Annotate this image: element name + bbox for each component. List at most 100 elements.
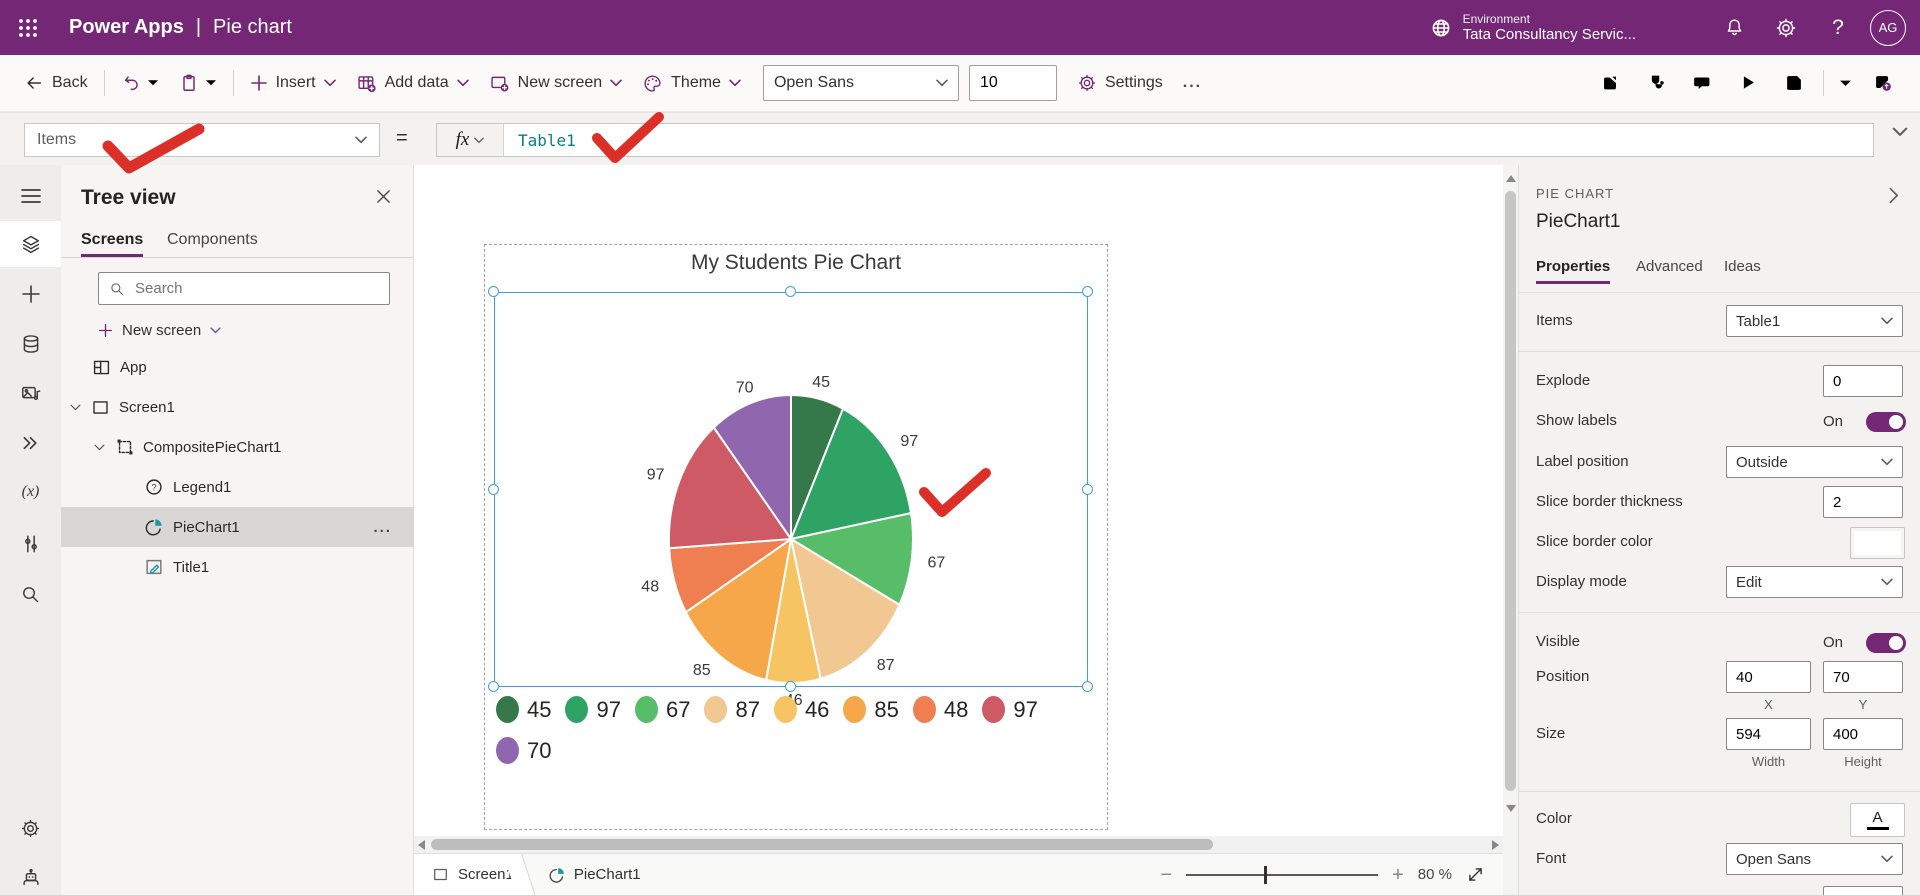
app-checker-button[interactable] [1633, 63, 1679, 103]
resize-handle-bottom-mid[interactable] [785, 681, 796, 692]
rail-variables-icon[interactable]: (x) [0, 469, 61, 515]
rail-insert-icon[interactable] [0, 271, 61, 317]
tab-properties[interactable]: Properties [1536, 258, 1611, 284]
property-selector-dropdown[interactable]: Items [24, 123, 380, 157]
share-button[interactable] [1587, 63, 1633, 103]
fit-to-window-icon[interactable] [1466, 865, 1485, 884]
scroll-right-arrow[interactable] [1492, 840, 1499, 850]
tab-ideas[interactable]: Ideas [1724, 258, 1761, 275]
undo-menu-chevron[interactable] [145, 63, 169, 103]
theme-menu[interactable]: Theme [632, 63, 751, 103]
resize-handle-top-left[interactable] [488, 286, 499, 297]
position-y-input[interactable] [1823, 661, 1903, 693]
size-width-input[interactable] [1726, 718, 1811, 750]
tree-item-title1[interactable]: Title1 [61, 547, 414, 587]
scrollbar-thumb[interactable] [431, 839, 1213, 850]
legend-item[interactable]: 46 [773, 696, 829, 723]
scroll-left-arrow[interactable] [418, 840, 425, 850]
items-dropdown[interactable]: Table1 [1726, 305, 1903, 337]
legend-item[interactable]: 45 [496, 696, 551, 723]
status-tab-piechart1[interactable]: PieChart1 [520, 866, 657, 884]
save-button[interactable] [1771, 63, 1817, 103]
zoom-slider[interactable] [1186, 865, 1379, 884]
insert-menu[interactable]: Insert [240, 63, 346, 103]
new-screen-button[interactable]: New screen [98, 315, 221, 345]
legend-item[interactable]: 70 [496, 737, 551, 764]
chevron-down-icon[interactable] [94, 444, 105, 451]
zoom-in-button[interactable]: + [1392, 865, 1404, 885]
formula-bar-expand-chevron[interactable] [1892, 127, 1908, 137]
settings-button[interactable] [1760, 0, 1812, 55]
rail-media-icon[interactable] [0, 371, 61, 417]
size-height-input[interactable] [1823, 718, 1903, 750]
position-x-input[interactable] [1726, 661, 1811, 693]
tab-advanced[interactable]: Advanced [1636, 258, 1703, 275]
item-overflow-button[interactable]: ... [373, 519, 392, 536]
new-screen-menu[interactable]: New screen [479, 63, 632, 103]
resize-handle-mid-right[interactable] [1082, 484, 1093, 495]
show-labels-toggle[interactable] [1866, 412, 1906, 432]
add-data-menu[interactable]: Add data [346, 63, 479, 103]
settings-menu[interactable]: Settings [1067, 63, 1173, 103]
tree-item-app[interactable]: App [61, 347, 414, 387]
hamburger-menu-icon[interactable] [0, 173, 61, 219]
notifications-button[interactable] [1708, 0, 1760, 55]
font-size-input[interactable] [968, 65, 1057, 101]
explode-input[interactable] [1823, 365, 1903, 397]
rail-controls-icon[interactable] [0, 521, 61, 567]
font-family-dropdown[interactable]: Open Sans [762, 65, 959, 101]
save-menu-chevron[interactable] [1830, 63, 1860, 103]
font-color-swatch[interactable]: A [1850, 803, 1905, 837]
tree-item-compositepiechart1[interactable]: CompositePieChart1 [61, 427, 414, 467]
chart-title[interactable]: My Students Pie Chart [484, 251, 1108, 275]
tab-screens[interactable]: Screens [81, 231, 144, 257]
brand-name[interactable]: Power Apps [69, 16, 184, 39]
close-icon[interactable] [376, 189, 391, 204]
rail-data-icon[interactable] [0, 321, 61, 367]
tree-item-legend1[interactable]: ? Legend1 [61, 467, 414, 507]
overflow-button[interactable]: ... [1173, 63, 1212, 103]
resize-handle-top-mid[interactable] [785, 286, 796, 297]
scroll-down-arrow[interactable] [1506, 805, 1516, 812]
formula-input[interactable] [504, 124, 1873, 156]
scroll-up-arrow[interactable] [1506, 175, 1516, 182]
search-input[interactable] [133, 279, 389, 298]
environment-picker[interactable]: Environment Tata Consultancy Servic... [1429, 12, 1636, 44]
rail-settings-icon[interactable] [0, 805, 61, 851]
chevron-right-icon[interactable] [1887, 187, 1900, 204]
legend-item[interactable]: 87 [704, 696, 760, 723]
label-position-dropdown[interactable]: Outside [1726, 446, 1903, 478]
chevron-down-icon[interactable] [70, 404, 81, 411]
status-tab-screen1[interactable]: Screen1 [414, 853, 520, 895]
legend-item[interactable]: 67 [634, 696, 690, 723]
display-mode-dropdown[interactable]: Edit [1726, 566, 1903, 598]
publish-button[interactable] [1860, 63, 1906, 103]
avatar[interactable]: AG [1870, 9, 1906, 46]
scrollbar-thumb[interactable] [1505, 191, 1516, 791]
fx-dropdown[interactable]: fx [437, 124, 504, 156]
tree-item-screen1[interactable]: Screen1 [61, 387, 414, 427]
canvas-horizontal-scrollbar[interactable] [414, 836, 1503, 853]
legend-item[interactable]: 97 [565, 696, 621, 723]
undo-button[interactable] [111, 63, 145, 103]
tab-components[interactable]: Components [167, 231, 258, 249]
resize-handle-mid-left[interactable] [488, 484, 499, 495]
legend-item[interactable]: 85 [843, 696, 899, 723]
rail-virtual-agent-icon[interactable] [0, 854, 61, 895]
pie-chart[interactable]: 45 97 67 87 46 85 48 97 70 [621, 349, 961, 729]
font-dropdown[interactable]: Open Sans [1726, 843, 1903, 875]
legend-item[interactable]: 97 [982, 696, 1038, 723]
slice-border-thickness-input[interactable] [1823, 486, 1903, 518]
zoom-slider-thumb[interactable] [1264, 865, 1268, 884]
properties-scrollbar[interactable] [1503, 165, 1518, 895]
comments-button[interactable] [1679, 63, 1725, 103]
back-button[interactable]: Back [14, 63, 98, 103]
rail-tree-view-icon[interactable] [0, 221, 61, 267]
zoom-out-button[interactable]: − [1160, 865, 1172, 885]
font-size-input-clipped[interactable] [1823, 886, 1903, 895]
tree-item-piechart1[interactable]: PieChart1 ... [61, 507, 414, 547]
paste-button[interactable] [169, 63, 203, 103]
slice-border-color-swatch[interactable] [1850, 527, 1905, 559]
legend-item[interactable]: 48 [912, 696, 968, 723]
visible-toggle[interactable] [1866, 633, 1906, 653]
